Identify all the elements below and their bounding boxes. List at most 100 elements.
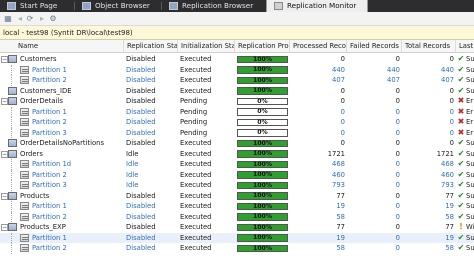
partition-row[interactable]: Partition 2 Disabled Executed 100% 407 407 407… [0,75,474,86]
initialization-status: Executed [180,86,212,95]
initialization-status: Executed [180,202,212,210]
tree-line [11,127,12,138]
tree-line [11,169,12,180]
initialization-status: Executed [180,223,212,231]
replication-status: Disabled [126,244,156,252]
collapse-toggle-icon[interactable]: − [1,224,8,231]
initialization-status: Executed [180,170,212,179]
partition-row[interactable]: Partition 2 Idle Executed 100% 460 0 460 ✔ Su [0,169,474,180]
partition-icon [20,170,29,179]
replication-status: Disabled [126,55,156,63]
settings-icon[interactable]: ⚙ [48,14,58,24]
progress-label: 100% [252,223,273,231]
replication-progress-bar: 0% [237,108,288,116]
replication-status: Idle [126,181,139,189]
failed-records: 0 [395,149,400,158]
refresh-icon[interactable]: ⟳ [25,14,35,24]
failed-records: 0 [395,181,400,189]
collapse-toggle-icon[interactable]: − [1,98,8,105]
tab-object-browser[interactable]: Object Browser [75,0,161,12]
processed-records: 407 [332,76,345,84]
partition-row[interactable]: Partition 1d Idle Executed 100% 468 0 468 ✔ Su [0,159,474,170]
total-records: 58 [445,244,454,252]
partition-row[interactable]: Partition 3 Disabled Pending 0% 0 0 0 ✖ Er [0,127,474,138]
failed-records: 0 [395,55,400,63]
last-result: Su [466,191,474,200]
grid-view-icon[interactable]: ▦ [3,14,13,24]
collapse-toggle-icon[interactable]: − [1,150,8,158]
partition-icon [20,160,29,168]
table-icon [8,191,17,200]
column-header-total-records[interactable]: Total Records [402,40,456,53]
error-x-icon: ✖ [457,127,465,137]
table-row[interactable]: − Products Disabled Executed 100% 77 0 77 ✔ Su [0,191,474,202]
tree-line [11,232,12,243]
column-header-last-result[interactable]: Last R [456,40,474,53]
table-row[interactable]: OrderDetailsNoPartitions Disabled Executed… [0,138,474,149]
partition-row[interactable]: Partition 2 Disabled Executed 100% 58 0 58 ✔ Su [0,243,474,254]
partition-row[interactable]: Partition 1 Disabled Pending 0% 0 0 0 ✖ Er [0,106,474,117]
failed-records: 0 [395,139,400,147]
partition-row[interactable]: Partition 2 Disabled Pending 0% 0 0 0 ✖ Er [0,117,474,128]
column-header-failed-records[interactable]: Failed Records [347,40,402,53]
table-row[interactable]: − Customers Disabled Executed 100% 0 0 0 ✔ Su [0,54,474,65]
partition-icon [20,65,29,74]
column-header-processed-records[interactable]: Processed Record... [290,40,347,53]
forward-icon[interactable]: ▸ [37,14,47,24]
partition-row[interactable]: Partition 1 Disabled Executed 100% 19 0 19 ✔ Su [0,232,474,243]
total-records: 468 [441,160,454,168]
total-records: 58 [445,212,454,221]
total-records: 407 [441,76,454,84]
progress-label: 100% [252,181,273,189]
table-row[interactable]: − OrderDetails Disabled Pending 0% 0 0 0 ✖ Er [0,96,474,107]
last-result: Er [466,107,474,116]
success-check-icon: ✔ [457,201,465,210]
replication-status: Disabled [126,223,156,231]
initialization-status: Executed [180,55,212,63]
tab-start-page[interactable]: Start Page [0,0,74,12]
table-row[interactable]: − Products_EXP Disabled Executed 100% 77 0 77! W… [0,222,474,233]
failed-records: 0 [395,202,400,210]
failed-records: 0 [395,212,400,221]
total-records: 0 [449,128,454,137]
replication-monitor-icon [274,2,283,10]
tab-label: Replication Browser [182,1,254,10]
total-records: 0 [449,139,454,147]
replication-progress-bar: 100% [237,139,288,147]
column-header-replication-progress[interactable]: Replication Prog... [235,40,290,53]
table-row[interactable]: − Orders Idle Executed 100% 1721 0 1721 ✔ Su [0,149,474,160]
processed-records: 0 [340,97,345,105]
partition-icon [20,107,29,116]
collapse-toggle-icon[interactable]: − [1,56,8,63]
back-icon[interactable]: ◂ [15,14,25,24]
partition-row[interactable]: Partition 1 Disabled Executed 100% 19 0 19 ✔ Su [0,201,474,212]
success-check-icon: ✔ [457,169,465,179]
column-header-initialization-status[interactable]: Initialization Sta... [178,40,235,53]
success-check-icon: ✔ [457,75,465,84]
last-result: Su [466,202,474,210]
initialization-status: Pending [180,107,208,116]
partition-row[interactable]: Partition 3 Idle Executed 100% 793 0 793 ✔ Su [0,180,474,191]
replication-status: Idle [126,149,139,158]
column-header-replication-status[interactable]: Replication Status [124,40,178,53]
replication-progress-bar: 100% [237,150,288,158]
tree-line [11,180,12,191]
tab-label: Replication Monitor [287,1,357,10]
replication-progress-bar: 100% [237,202,288,210]
progress-label: 100% [252,76,273,84]
partition-row[interactable]: Partition 2 Disabled Executed 100% 58 0 58 ✔ Su [0,211,474,222]
progress-label: 100% [252,150,273,157]
tab-replication-monitor[interactable]: Replication Monitor [266,0,368,12]
tab-replication-browser[interactable]: Replication Browser [162,0,266,12]
partition-row[interactable]: Partition 1 Disabled Executed 100% 440 440 440… [0,64,474,75]
collapse-toggle-icon[interactable]: − [1,192,8,200]
column-header-name[interactable]: Name [0,40,124,53]
table-row[interactable]: Customers_IDE Disabled Executed 100% 0 0 0 ✔ Su [0,86,474,97]
row-name: Partition 3 [32,128,67,137]
partition-icon [20,212,29,221]
failed-records: 0 [395,191,400,200]
processed-records: 77 [336,223,345,231]
progress-label: 100% [252,202,273,210]
total-records: 0 [449,97,454,105]
row-name: Products_EXP [20,223,66,231]
